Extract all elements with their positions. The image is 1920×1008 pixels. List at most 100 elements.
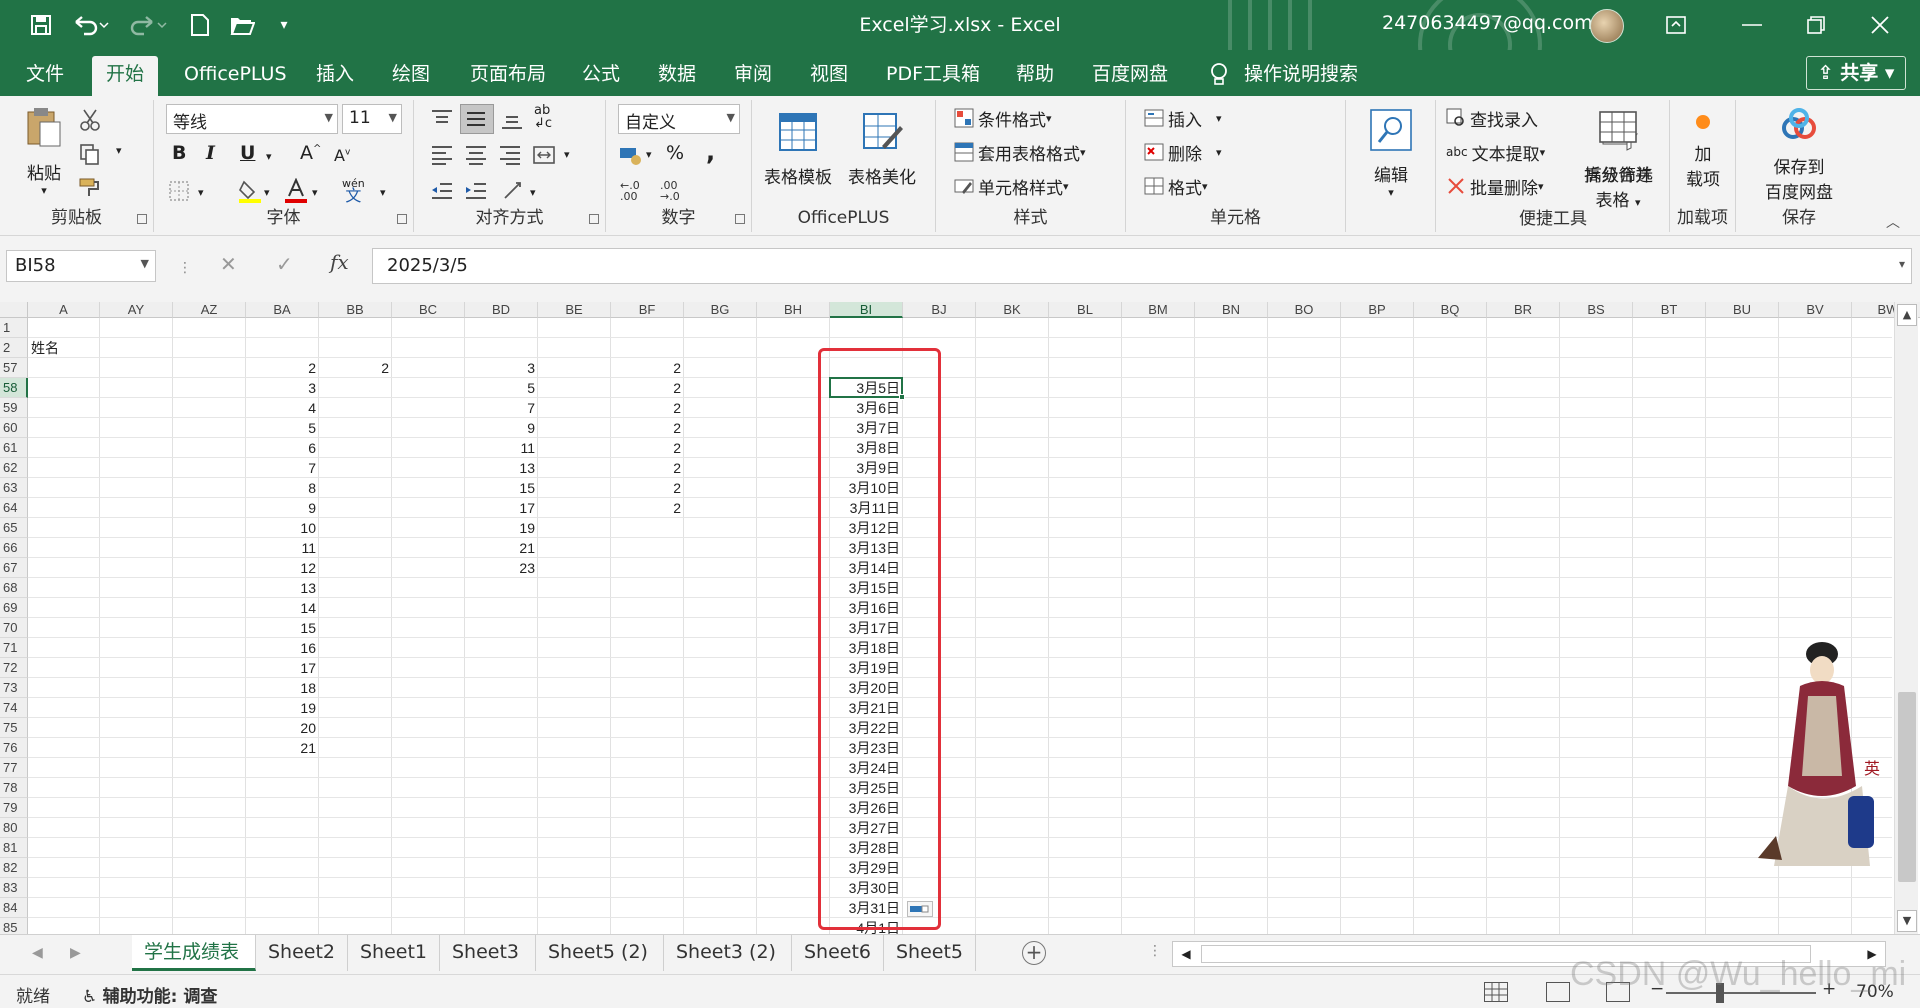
column-header-bp[interactable]: BP [1341,302,1414,318]
alignment-launcher-icon[interactable] [589,214,599,224]
format-painter-icon[interactable] [78,176,102,198]
font-size-select[interactable]: 11 ▼ [342,104,402,134]
cell-bf62[interactable]: 2 [611,458,684,478]
row-header-64[interactable]: 64 [0,498,28,518]
scroll-sheet-right-icon[interactable]: ▶ [70,945,81,961]
cell-ba71[interactable]: 16 [246,638,319,658]
merge-center-icon[interactable] [532,144,556,166]
row-header-72[interactable]: 72 [0,658,28,678]
borders-icon[interactable] [168,180,192,202]
column-header-bh[interactable]: BH [757,302,830,318]
cell-bd60[interactable]: 9 [465,418,538,438]
row-header-81[interactable]: 81 [0,838,28,858]
cell-ba62[interactable]: 7 [246,458,319,478]
row-header-80[interactable]: 80 [0,818,28,838]
share-button[interactable]: ⇪ 共享 ▾ [1806,56,1906,90]
cancel-icon[interactable]: ✕ [220,252,237,276]
cell-bf57[interactable]: 2 [611,358,684,378]
cell-ba73[interactable]: 18 [246,678,319,698]
tell-me-search[interactable]: 操作说明搜索 [1230,56,1372,96]
cell-ba60[interactable]: 5 [246,418,319,438]
copy-icon[interactable] [78,142,102,165]
paste-button[interactable]: 粘贴 ▾ [14,106,74,197]
row-header-85[interactable]: 85 [0,918,28,934]
merge-dropdown-icon[interactable]: ▾ [564,148,570,161]
cell-bf63[interactable]: 2 [611,478,684,498]
column-header-bu[interactable]: BU [1706,302,1779,318]
orientation-dropdown-icon[interactable]: ▾ [530,186,536,199]
cell-ba75[interactable]: 20 [246,718,319,738]
comma-button[interactable]: , [706,138,715,166]
row-header-68[interactable]: 68 [0,578,28,598]
column-header-bm[interactable]: BM [1122,302,1195,318]
cell-ba64[interactable]: 9 [246,498,319,518]
row-header-71[interactable]: 71 [0,638,28,658]
cell-bd61[interactable]: 11 [465,438,538,458]
delete-cells-button[interactable]: 删除 ▾ [1144,138,1222,166]
account-name[interactable]: 2470634497@qq.com [1382,12,1593,34]
align-center-icon[interactable] [464,144,488,166]
column-header-bn[interactable]: BN [1195,302,1268,318]
cell-bd58[interactable]: 5 [465,378,538,398]
row-header-77[interactable]: 77 [0,758,28,778]
expand-formula-bar-icon[interactable]: ▾ [1899,257,1905,271]
save-to-netdisk-button[interactable]: 保存到 百度网盘 [1742,108,1856,203]
column-header-bs[interactable]: BS [1560,302,1633,318]
row-header-76[interactable]: 76 [0,738,28,758]
phonetic-guide-button[interactable]: wén 文 [342,178,365,204]
tab-page-layout[interactable]: 页面布局 [456,56,560,96]
new-file-icon[interactable] [186,10,214,40]
align-right-icon[interactable] [498,144,522,166]
accounting-dropdown-icon[interactable]: ▾ [646,148,652,161]
cell-ba59[interactable]: 4 [246,398,319,418]
column-header-bl[interactable]: BL [1049,302,1122,318]
customize-icon[interactable]: ▾ [274,10,294,40]
number-launcher-icon[interactable] [735,214,745,224]
tab-insert[interactable]: 插入 [302,56,368,96]
table-templates-button[interactable]: 表格模板 [758,110,838,188]
row-header-1[interactable]: 1 [0,318,28,338]
formula-input[interactable]: 2025/3/5 ▾ [372,248,1912,284]
font-name-select[interactable]: 等线 ▼ [166,104,338,134]
column-header-bg[interactable]: BG [684,302,757,318]
cell-bd62[interactable]: 13 [465,458,538,478]
row-header-62[interactable]: 62 [0,458,28,478]
cell-ba69[interactable]: 14 [246,598,319,618]
number-format-select[interactable]: 自定义 ▼ [618,104,740,134]
column-header-bk[interactable]: BK [976,302,1049,318]
row-header-63[interactable]: 63 [0,478,28,498]
column-header-ay[interactable]: AY [100,302,173,318]
vertical-scrollbar[interactable]: ▲ ▼ [1894,302,1918,934]
row-header-70[interactable]: 70 [0,618,28,638]
cell-bd57[interactable]: 3 [465,358,538,378]
add-sheet-icon[interactable]: + [1022,941,1046,965]
column-header-bt[interactable]: BT [1633,302,1706,318]
find-entry-button[interactable]: 查找录入 [1446,104,1538,132]
avatar[interactable] [1590,9,1624,43]
cut-icon[interactable] [78,108,102,131]
tab-file[interactable]: 文件 [12,56,78,96]
accounting-format-icon[interactable] [618,144,642,166]
row-header-74[interactable]: 74 [0,698,28,718]
row-header-59[interactable]: 59 [0,398,28,418]
save-icon[interactable] [26,10,56,40]
sheet-tab-student-grades[interactable]: 学生成绩表 [132,935,256,971]
cell-ba70[interactable]: 15 [246,618,319,638]
cell-bf61[interactable]: 2 [611,438,684,458]
cell-styles-button[interactable]: 单元格样式 ▾ [954,172,1069,200]
row-header-84[interactable]: 84 [0,898,28,918]
row-header-73[interactable]: 73 [0,678,28,698]
scroll-sheet-left-icon[interactable]: ◀ [32,945,43,961]
column-header-a[interactable]: A [28,302,100,318]
fill-color-icon[interactable] [238,178,262,203]
row-header-66[interactable]: 66 [0,538,28,558]
row-header-61[interactable]: 61 [0,438,28,458]
sheet-tab-sheet5-2[interactable]: Sheet5 (2) [536,935,664,971]
column-header-bo[interactable]: BO [1268,302,1341,318]
accessibility-button[interactable]: ♿︎ 辅助功能: 调查 [82,982,217,1007]
cell-bf64[interactable]: 2 [611,498,684,518]
column-header-bc[interactable]: BC [392,302,465,318]
cell-bf59[interactable]: 2 [611,398,684,418]
font-color-dropdown-icon[interactable]: ▾ [312,186,318,199]
sheet-tab-sheet3-2[interactable]: Sheet3 (2) [664,935,792,971]
